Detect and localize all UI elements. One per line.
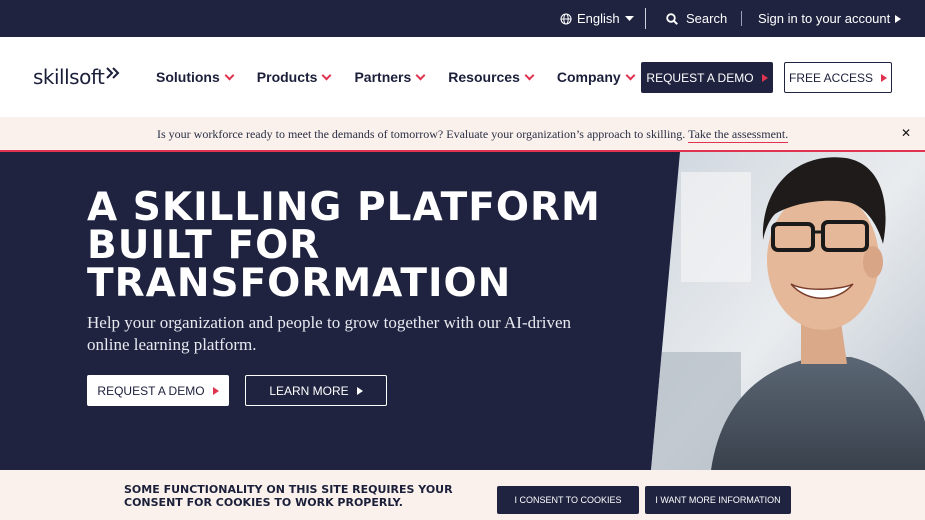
nav-item-label: Solutions <box>156 69 220 85</box>
divider <box>741 11 742 26</box>
nav-item-products[interactable]: Products <box>256 69 332 85</box>
assessment-link[interactable]: Take the assessment. <box>688 127 789 143</box>
chevron-down-icon <box>625 70 636 80</box>
search-icon <box>666 12 678 25</box>
announcement-text: Is your workforce ready to meet the dema… <box>157 127 789 143</box>
hero-title: A SKILLING PLATFORM BUILT FOR TRANSFORMA… <box>87 188 647 306</box>
caret-down-icon <box>624 15 634 21</box>
nav-menu: Solutions Products Partners Resources Co… <box>156 37 658 117</box>
hero-request-demo-button[interactable]: REQUEST A DEMO <box>87 375 229 406</box>
utility-bar: English Search Sign in to your account <box>0 0 925 37</box>
hero-title-line: TRANSFORMATION <box>87 261 512 306</box>
nav-item-solutions[interactable]: Solutions <box>156 69 235 85</box>
nav-item-company[interactable]: Company <box>556 69 636 85</box>
nav-item-label: Company <box>556 69 621 85</box>
more-information-button[interactable]: I WANT MORE INFORMATION <box>645 486 791 514</box>
signin-label: Sign in to your account <box>758 11 891 26</box>
search-label: Search <box>686 11 728 26</box>
announcement-message: Is your workforce ready to meet the dema… <box>157 127 686 141</box>
hero-photo <box>651 152 925 470</box>
logo-mark-icon <box>106 67 120 79</box>
play-arrow-icon <box>356 386 363 395</box>
button-label: FREE ACCESS <box>788 70 874 85</box>
chevron-down-icon <box>224 70 235 80</box>
consent-cookies-button[interactable]: I CONSENT TO COOKIES <box>497 486 639 514</box>
globe-icon <box>560 12 572 25</box>
button-label: REQUEST A DEMO <box>97 383 205 398</box>
hero-subtitle: Help your organization and people to gro… <box>87 313 572 354</box>
hero-section: A SKILLING PLATFORM BUILT FOR TRANSFORMA… <box>0 152 925 470</box>
language-selector[interactable]: English <box>560 0 634 37</box>
nav-item-partners[interactable]: Partners <box>354 69 426 85</box>
nav-item-label: Partners <box>354 69 412 85</box>
learn-more-button[interactable]: LEARN MORE <box>245 375 387 406</box>
nav-item-label: Products <box>256 69 318 85</box>
divider <box>645 8 646 29</box>
nav-item-label: Resources <box>448 69 520 85</box>
button-label: LEARN MORE <box>269 383 349 398</box>
request-demo-button[interactable]: REQUEST A DEMO <box>641 62 773 93</box>
announcement-banner: Is your workforce ready to meet the dema… <box>0 117 925 152</box>
play-arrow-icon <box>212 386 219 395</box>
play-arrow-icon <box>881 73 888 82</box>
skillsoft-logo[interactable]: skillsoft <box>33 67 121 87</box>
search-button[interactable]: Search <box>666 0 727 37</box>
cookie-message: SOME FUNCTIONALITY ON THIS SITE REQUIRES… <box>124 483 453 509</box>
language-label: English <box>577 11 620 26</box>
signin-link[interactable]: Sign in to your account <box>758 0 902 37</box>
chevron-down-icon <box>415 70 426 80</box>
close-icon[interactable]: ✕ <box>901 126 911 140</box>
nav-item-resources[interactable]: Resources <box>448 69 535 85</box>
chevron-down-icon <box>322 70 332 80</box>
logo-text: skillsoft <box>33 65 105 89</box>
play-arrow-icon <box>761 73 768 82</box>
free-access-button[interactable]: FREE ACCESS <box>784 62 892 93</box>
chevron-down-icon <box>524 70 535 80</box>
button-label: REQUEST A DEMO <box>646 70 754 85</box>
play-arrow-icon <box>895 14 902 23</box>
cookie-consent-bar: SOME FUNCTIONALITY ON THIS SITE REQUIRES… <box>0 470 925 520</box>
main-nav: skillsoft Solutions Products Partners Re… <box>0 37 925 117</box>
